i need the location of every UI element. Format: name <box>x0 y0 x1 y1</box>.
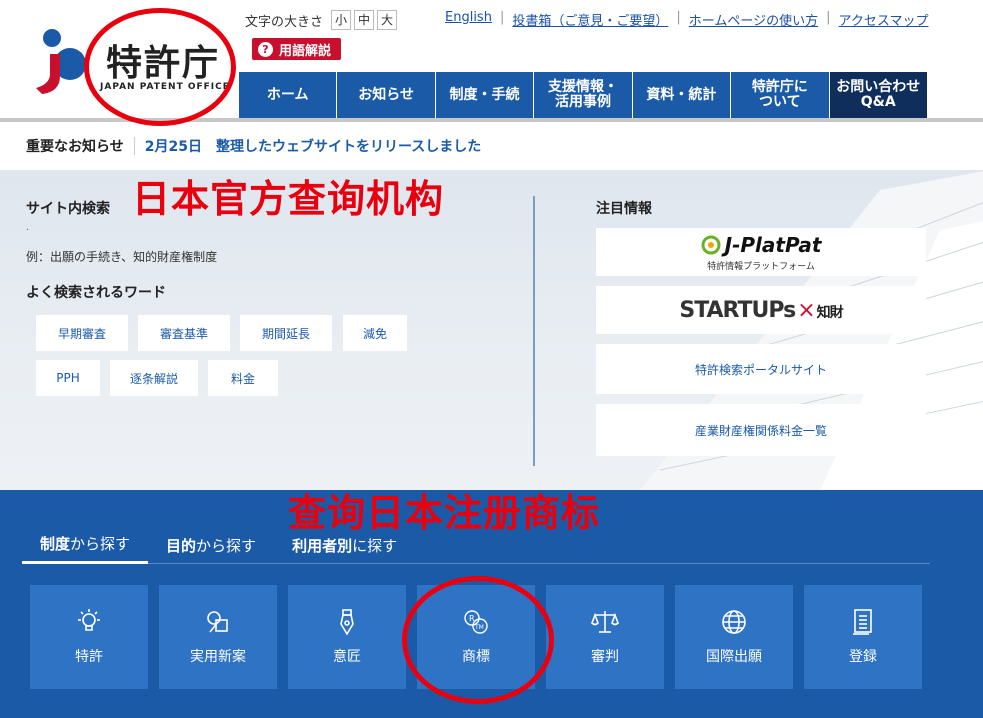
category-label: 登録 <box>849 649 877 665</box>
startups-cross: × <box>797 297 815 323</box>
tab-by-user[interactable]: 利用者別 に探す <box>274 526 415 564</box>
keyword-fee-reduction[interactable]: 減免 <box>343 315 407 351</box>
trademark-icon: R TM <box>464 610 488 634</box>
search-tabs: 制度 から探す 目的 から探す 利用者別 に探す <box>22 526 930 564</box>
category-design[interactable]: 意匠 <box>288 585 406 689</box>
portal-label: 特許検索ポータルサイト <box>694 362 827 377</box>
feedback-link[interactable]: 投書箱（ご意見・ご要望） <box>512 10 668 29</box>
category-label: 商標 <box>462 649 490 665</box>
globe-icon <box>722 610 746 634</box>
keyword-fees[interactable]: 料金 <box>208 360 278 396</box>
svg-text:TM: TM <box>474 624 484 631</box>
fee-list-banner[interactable]: 産業財産権関係料金一覧 <box>596 404 926 456</box>
category-label: 実用新案 <box>190 649 246 665</box>
shapes-icon <box>207 611 228 633</box>
startups-name: STARTUPs <box>679 297 796 323</box>
pen-nib-icon <box>340 609 354 636</box>
tab-rest: から探す <box>196 536 257 555</box>
keyword-pph[interactable]: PPH <box>36 360 100 396</box>
tab-rest: から探す <box>70 535 131 553</box>
jplatpat-logo: J-PlatPat <box>701 232 822 257</box>
scales-icon <box>591 611 619 633</box>
jplatpat-subtitle: 特許情報プラットフォーム <box>707 261 815 272</box>
notice-date: 2月25日 <box>144 139 202 155</box>
nav-support[interactable]: 支援情報・ 活用事例 <box>533 72 632 118</box>
nav-statistics[interactable]: 資料・統計 <box>631 72 731 118</box>
notice-label: 重要なお知らせ <box>26 139 124 155</box>
category-appeal[interactable]: 審判 <box>546 585 664 689</box>
keyword-period-extension[interactable]: 期間延長 <box>240 315 332 351</box>
link-separator: | <box>499 10 505 25</box>
nav-home[interactable]: ホーム <box>239 72 337 118</box>
tab-strong: 目的 <box>166 536 197 555</box>
logo-subtitle: JAPAN PATENT OFFICE <box>100 82 230 92</box>
section-divider <box>533 196 535 466</box>
keyword-examination-guidelines[interactable]: 審査基準 <box>138 315 230 351</box>
category-trademark[interactable]: R TM 商標 <box>417 585 535 689</box>
jplatpat-swirl-icon <box>701 235 721 254</box>
category-label: 意匠 <box>333 649 361 665</box>
notice-divider <box>133 137 135 155</box>
search-input[interactable]: . <box>26 222 29 233</box>
notice-link[interactable]: 整理したウェブサイトをリリースしました <box>216 136 481 156</box>
startups-banner[interactable]: STARTUPs× 知財 <box>596 286 926 334</box>
category-international[interactable]: 国際出願 <box>675 585 793 689</box>
tab-by-system[interactable]: 制度 から探す <box>22 526 149 564</box>
utility-links: English | 投書箱（ご意見・ご要望） | ホームページの使い方 | アク… <box>445 10 928 29</box>
category-label: 特許 <box>75 649 103 665</box>
site-search-title: サイト内検索 <box>26 201 110 217</box>
category-utility-model[interactable]: 実用新案 <box>159 585 277 689</box>
category-registration[interactable]: 登録 <box>804 585 922 689</box>
tab-by-purpose[interactable]: 目的 から探す <box>148 526 274 564</box>
logo-text: 特許庁 <box>106 43 221 84</box>
site-header: 特許庁 JAPAN PATENT OFFICE 文字の大きさ 小 中 大 ? 用… <box>0 0 983 122</box>
glossary-button[interactable]: ? 用語解説 <box>252 38 342 60</box>
patent-search-portal-banner[interactable]: 特許検索ポータルサイト <box>596 344 926 394</box>
jplatpat-banner[interactable]: J-PlatPat 特許情報プラットフォーム <box>596 228 926 276</box>
fee-list-label: 産業財産権関係料金一覧 <box>694 423 827 438</box>
startups-logo: STARTUPs× 知財 <box>679 297 844 323</box>
tab-strong: 利用者別 <box>292 536 353 555</box>
jplatpat-name: J-PlatPat <box>724 232 822 257</box>
category-section: 制度から探す 目的から探す 利用者別に探す 特許 実用新案 意匠 R TM <box>0 490 983 718</box>
search-example-text: 例：出願の手続き、知的財産権制度 <box>26 250 218 264</box>
font-size-small-button[interactable]: 小 <box>331 10 352 30</box>
category-label: 国際出願 <box>706 649 762 665</box>
keyword-early-examination[interactable]: 早期審査 <box>36 315 128 351</box>
font-size-large-button[interactable]: 大 <box>377 10 398 30</box>
popular-words-title: よく検索されるワード <box>26 285 166 301</box>
category-patent[interactable]: 特許 <box>30 585 148 689</box>
nav-news[interactable]: お知らせ <box>336 72 435 118</box>
site-usage-link[interactable]: ホームページの使い方 <box>689 10 818 29</box>
nav-about[interactable]: 特許庁に ついて <box>730 72 829 118</box>
keyword-commentary[interactable]: 逐条解説 <box>110 360 198 396</box>
access-map-link[interactable]: アクセスマップ <box>839 10 929 29</box>
startups-tail: 知財 <box>816 304 844 321</box>
font-size-label: 文字の大きさ <box>245 14 324 30</box>
jpo-logo[interactable]: 特許庁 JAPAN PATENT OFFICE <box>30 22 230 102</box>
important-notice-bar: 重要なお知らせ 2月25日 整理したウェブサイトをリリースしました <box>0 122 983 170</box>
font-size-control: 文字の大きさ 小 中 大 <box>245 10 398 30</box>
nav-procedures[interactable]: 制度・手続 <box>434 72 534 118</box>
document-icon <box>853 609 872 635</box>
tab-rest: に探す <box>352 536 398 555</box>
global-nav: ホーム お知らせ 制度・手続 支援情報・ 活用事例 資料・統計 特許庁に ついて… <box>239 72 927 118</box>
category-label: 審判 <box>591 649 619 665</box>
featured-title: 注目情報 <box>596 201 652 217</box>
jpo-logo-mark-icon <box>36 29 86 94</box>
lightbulb-icon <box>78 609 100 631</box>
glossary-label: 用語解説 <box>279 43 332 59</box>
link-separator: | <box>676 10 681 25</box>
tab-strong: 制度 <box>40 535 71 553</box>
nav-contact[interactable]: お問い合わせ Q&A <box>828 72 927 118</box>
link-separator: | <box>826 10 831 25</box>
search-and-featured-section: サイト内検索 . 例：出願の手続き、知的財産権制度 よく検索されるワード 早期審… <box>0 170 983 490</box>
english-link[interactable]: English <box>445 10 492 29</box>
font-size-medium-button[interactable]: 中 <box>354 10 375 30</box>
question-icon: ? <box>258 41 273 57</box>
